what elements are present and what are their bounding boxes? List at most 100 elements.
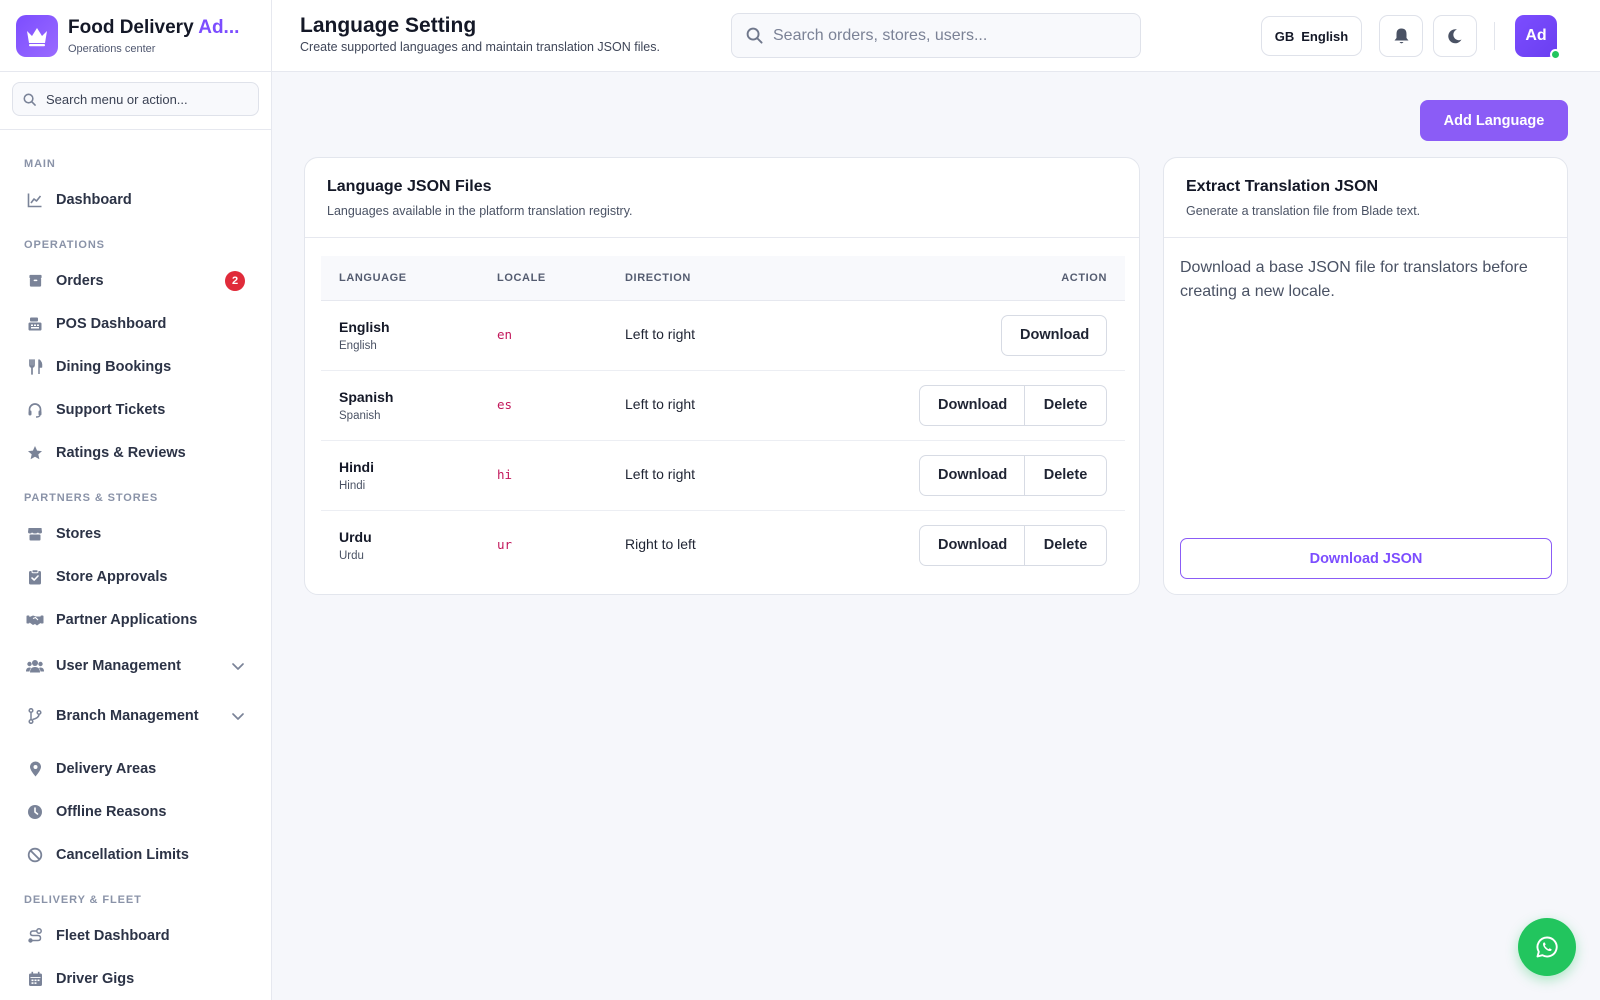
online-status-indicator <box>1550 49 1561 60</box>
star-icon <box>26 444 44 462</box>
store-icon <box>26 525 44 543</box>
sidebar-item-delivery-areas[interactable]: Delivery Areas <box>0 747 271 790</box>
delete-button[interactable]: Delete <box>1025 384 1107 426</box>
sidebar-item-label: Fleet Dashboard <box>56 927 170 944</box>
notifications-button[interactable] <box>1379 15 1423 57</box>
sidebar-search-placeholder: Search menu or action... <box>46 91 188 107</box>
download-button[interactable]: Download <box>919 524 1025 566</box>
sidebar-item-label: Stores <box>56 525 102 542</box>
language-label: English <box>1301 28 1349 44</box>
sidebar-item-cancellation-limits[interactable]: Cancellation Limits <box>0 833 271 876</box>
row-action-group: Download Delete <box>919 524 1107 566</box>
chevron-down-icon <box>231 709 245 723</box>
whatsapp-chat-button[interactable] <box>1518 918 1576 976</box>
sidebar-item-store-approvals[interactable]: Store Approvals <box>0 555 271 598</box>
section-delivery-fleet: DELIVERY & FLEET <box>24 894 142 906</box>
brand-subtitle: Operations center <box>68 42 156 55</box>
language-native-name: English <box>339 339 377 352</box>
sidebar-item-label: Cancellation Limits <box>56 846 189 863</box>
locale-code: es <box>497 397 513 412</box>
table-row: English English en Left to right Download <box>321 300 1125 370</box>
sidebar: Food Delivery Ad... Operations center Se… <box>0 0 272 1000</box>
sidebar-item-support-tickets[interactable]: Support Tickets <box>0 388 271 431</box>
theme-toggle-button[interactable] <box>1433 15 1477 57</box>
sidebar-search-input[interactable]: Search menu or action... <box>12 82 259 116</box>
download-json-button[interactable]: Download JSON <box>1180 538 1552 579</box>
extract-description: Download a base JSON file for translator… <box>1180 259 1528 300</box>
map-pin-icon <box>26 760 44 778</box>
download-button[interactable]: Download <box>919 384 1025 426</box>
sidebar-item-label: Driver Gigs <box>56 970 135 987</box>
global-search <box>731 13 1141 58</box>
section-main: MAIN <box>24 158 56 170</box>
sidebar-item-driver-gigs[interactable]: Driver Gigs <box>0 957 271 1000</box>
locale-code: ur <box>497 537 513 553</box>
locale-code: hi <box>497 467 513 482</box>
sidebar-item-pos-dashboard[interactable]: POS Dashboard <box>0 302 271 345</box>
language-name: Urdu <box>339 528 372 545</box>
page-title: Language Setting <box>300 14 477 37</box>
text-direction: Left to right <box>625 396 696 412</box>
clock-icon <box>26 803 44 821</box>
sidebar-item-fleet-dashboard[interactable]: Fleet Dashboard <box>0 914 271 957</box>
sidebar-item-branch-management[interactable]: Branch Management <box>0 691 271 741</box>
language-native-name: Hindi <box>339 479 366 492</box>
sidebar-item-stores[interactable]: Stores <box>0 512 271 555</box>
code-branch-icon <box>26 707 44 725</box>
chart-line-icon <box>26 191 44 209</box>
cash-register-icon <box>26 315 44 333</box>
avatar[interactable]: Ad <box>1515 15 1561 60</box>
sidebar-item-label: Partner Applications <box>56 611 198 628</box>
brand[interactable]: Food Delivery Ad... Operations center <box>0 0 271 72</box>
language-switcher[interactable]: GB English <box>1261 16 1362 56</box>
sidebar-item-partner-applications[interactable]: Partner Applications <box>0 598 271 641</box>
calendar-icon <box>26 970 44 988</box>
sidebar-item-orders[interactable]: Orders 2 <box>0 259 271 302</box>
sidebar-item-label: Ratings & Reviews <box>56 444 186 461</box>
utensils-icon <box>26 358 44 376</box>
global-search-input[interactable] <box>773 26 1113 45</box>
sidebar-item-label: Store Approvals <box>56 568 168 585</box>
card-header: Extract Translation JSON Generate a tran… <box>1164 158 1567 238</box>
clipboard-check-icon <box>26 568 44 586</box>
text-direction: Right to left <box>625 536 696 553</box>
extract-translation-card: Extract Translation JSON Generate a tran… <box>1163 157 1568 595</box>
language-code: GB <box>1274 28 1295 44</box>
language-native-name: Spanish <box>339 409 381 422</box>
sidebar-item-dining-bookings[interactable]: Dining Bookings <box>0 345 271 388</box>
sidebar-item-offline-reasons[interactable]: Offline Reasons <box>0 790 271 833</box>
card-header: Language JSON Files Languages available … <box>305 158 1139 238</box>
sidebar-item-user-management[interactable]: User Management <box>0 641 271 691</box>
card-title: Language JSON Files <box>327 178 492 195</box>
column-header-direction: DIRECTION <box>625 271 691 284</box>
sidebar-item-label: Delivery Areas <box>56 760 157 777</box>
column-header-language: LANGUAGE <box>339 271 407 284</box>
page-subtitle: Create supported languages and maintain … <box>300 40 660 54</box>
language-name: Spanish <box>339 388 394 405</box>
language-name: English <box>339 318 390 335</box>
sidebar-item-label: Orders <box>56 272 104 289</box>
add-language-button[interactable]: Add Language <box>1420 100 1568 141</box>
card-subtitle: Languages available in the platform tran… <box>327 204 633 218</box>
text-direction: Left to right <box>625 326 696 342</box>
orders-count-badge: 2 <box>225 270 245 291</box>
download-button[interactable]: Download <box>1001 314 1107 356</box>
search-icon <box>23 93 36 106</box>
row-action-group: Download Delete <box>919 454 1107 496</box>
section-operations: OPERATIONS <box>24 239 105 251</box>
delete-button[interactable]: Delete <box>1025 524 1107 566</box>
languages-table: LANGUAGE LOCALE DIRECTION ACTION English… <box>321 256 1125 580</box>
chevron-down-icon <box>231 659 245 673</box>
sidebar-item-dashboard[interactable]: Dashboard <box>0 178 271 221</box>
download-button[interactable]: Download <box>919 454 1025 496</box>
sidebar-item-label: Dashboard <box>56 191 132 208</box>
top-header: Language Setting Create supported langua… <box>272 0 1600 72</box>
avatar-initials: Ad <box>1525 27 1547 44</box>
language-native-name: Urdu <box>339 549 364 562</box>
card-title: Extract Translation JSON <box>1186 178 1379 195</box>
route-icon <box>26 927 44 945</box>
row-action-group: Download Delete <box>919 384 1107 426</box>
delete-button[interactable]: Delete <box>1025 454 1107 496</box>
sidebar-item-ratings-reviews[interactable]: Ratings & Reviews <box>0 431 271 474</box>
sidebar-item-label: Dining Bookings <box>56 358 172 375</box>
